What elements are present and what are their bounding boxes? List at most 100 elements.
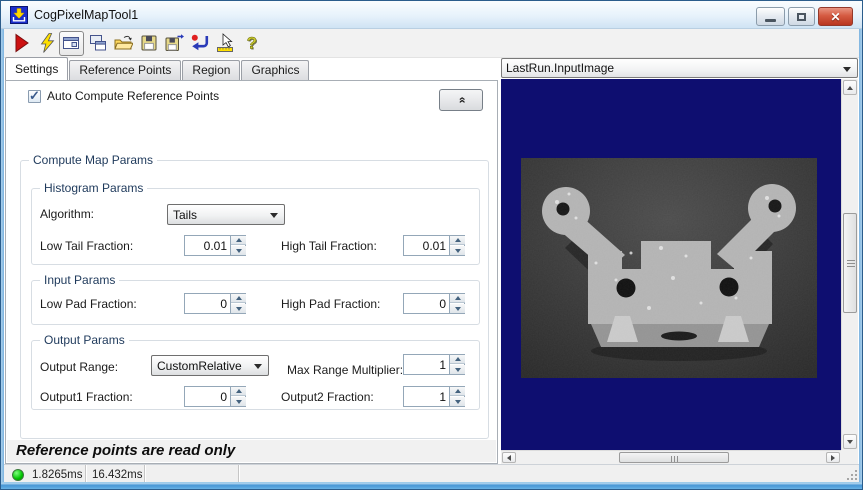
title-bar[interactable]: CogPixelMapTool1 ✕ xyxy=(1,1,862,29)
scroll-left-button[interactable] xyxy=(502,452,516,463)
scroll-right-button[interactable] xyxy=(826,452,840,463)
chevron-down-icon xyxy=(454,367,461,372)
horizontal-scroll-thumb[interactable] xyxy=(619,452,729,463)
spin-up-button[interactable] xyxy=(231,387,246,396)
spin-up-button[interactable] xyxy=(450,236,465,245)
output2-fraction-spinner[interactable] xyxy=(403,386,465,407)
horizontal-scrollbar[interactable] xyxy=(501,450,841,464)
high-pad-fraction-label: High Pad Fraction: xyxy=(281,297,381,311)
algorithm-label: Algorithm: xyxy=(40,207,95,221)
local-display-button[interactable] xyxy=(59,31,84,56)
open-file-icon[interactable] xyxy=(113,33,133,53)
output-range-label: Output Range: xyxy=(40,360,119,374)
output2-fraction-input[interactable] xyxy=(404,387,448,406)
spin-up-button[interactable] xyxy=(231,236,246,245)
settings-tab-page: ✓ Auto Compute Reference Points » Comput… xyxy=(5,80,498,464)
spin-down-button[interactable] xyxy=(450,397,465,406)
spinner-buttons xyxy=(449,236,465,255)
vertical-scroll-thumb[interactable] xyxy=(843,213,857,313)
spin-down-button[interactable] xyxy=(231,304,246,313)
chevron-up-icon xyxy=(235,389,242,393)
max-range-multiplier-input[interactable] xyxy=(404,355,448,374)
maximize-button[interactable] xyxy=(788,7,815,26)
high-pad-fraction-input[interactable] xyxy=(404,294,448,313)
input-params-group: Input Params Low Pad Fraction: High Pad … xyxy=(31,273,480,325)
scroll-up-button[interactable] xyxy=(843,80,857,95)
tab-settings[interactable]: Settings xyxy=(5,57,69,80)
chevron-up-icon xyxy=(235,296,242,300)
max-range-multiplier-label: Max Range Multiplier: xyxy=(287,363,404,377)
save-icon[interactable] xyxy=(139,33,159,53)
minimize-button[interactable] xyxy=(756,7,785,26)
save-as-icon[interactable] xyxy=(164,33,184,53)
close-icon: ✕ xyxy=(830,9,841,24)
output-range-select[interactable]: CustomRelative xyxy=(151,355,269,376)
group-caption: Histogram Params xyxy=(40,181,148,195)
resize-grip-icon[interactable] xyxy=(846,469,859,482)
high-pad-fraction-spinner[interactable] xyxy=(403,293,465,314)
spinner-buttons xyxy=(230,387,246,406)
algorithm-select[interactable]: Tails xyxy=(167,204,285,225)
tab-label: Reference Points xyxy=(79,63,172,77)
output-params-group: Output Params Output Range: CustomRelati… xyxy=(31,333,480,410)
help-icon[interactable]: ? ? xyxy=(241,33,261,53)
low-pad-fraction-label: Low Pad Fraction: xyxy=(40,297,137,311)
spin-down-button[interactable] xyxy=(450,304,465,313)
floating-display-icon[interactable] xyxy=(88,33,108,53)
high-tail-fraction-spinner[interactable] xyxy=(403,235,465,256)
spinner-buttons xyxy=(449,294,465,313)
window-border-bottom xyxy=(1,482,862,489)
low-tail-fraction-spinner[interactable] xyxy=(184,235,246,256)
chevron-down-icon xyxy=(235,248,242,253)
svg-text:?: ? xyxy=(247,34,257,53)
toolbar: ? ? xyxy=(4,29,861,58)
scrollbar-corner xyxy=(841,450,858,464)
vertical-scrollbar[interactable] xyxy=(841,79,858,450)
output1-fraction-input[interactable] xyxy=(185,387,229,406)
tab-region[interactable]: Region xyxy=(182,60,241,80)
close-button[interactable]: ✕ xyxy=(818,7,853,26)
chevron-up-icon xyxy=(454,389,461,393)
collapse-panel-button[interactable]: » xyxy=(439,89,483,111)
display-image-select[interactable]: LastRun.InputImage xyxy=(501,58,858,78)
spin-down-button[interactable] xyxy=(450,246,465,255)
record-display-icon[interactable] xyxy=(215,33,235,53)
max-range-multiplier-spinner[interactable] xyxy=(403,354,465,375)
low-tail-fraction-input[interactable] xyxy=(185,236,229,255)
output1-fraction-spinner[interactable] xyxy=(184,386,246,407)
status-green-indicator xyxy=(12,468,24,481)
spin-down-button[interactable] xyxy=(231,246,246,255)
electric-run-icon[interactable] xyxy=(38,33,58,53)
chevron-down-icon xyxy=(454,399,461,404)
run-icon[interactable] xyxy=(12,33,32,53)
spin-down-button[interactable] xyxy=(450,365,465,374)
chevron-up-icon xyxy=(454,238,461,242)
high-tail-fraction-input[interactable] xyxy=(404,236,448,255)
low-pad-fraction-input[interactable] xyxy=(185,294,229,313)
spin-up-button[interactable] xyxy=(450,355,465,364)
input-image-part-photo xyxy=(521,158,817,378)
spinner-buttons xyxy=(230,294,246,313)
thumb-grip xyxy=(671,456,672,462)
window-border-right xyxy=(859,29,862,482)
auto-compute-label: Auto Compute Reference Points xyxy=(47,89,220,103)
spin-down-button[interactable] xyxy=(231,397,246,406)
reset-icon[interactable] xyxy=(190,33,210,53)
tab-reference-points[interactable]: Reference Points xyxy=(69,60,182,80)
tab-strip: Settings Reference Points Region Graphic… xyxy=(5,57,310,80)
spin-up-button[interactable] xyxy=(231,294,246,303)
tab-graphics[interactable]: Graphics xyxy=(241,60,310,80)
image-canvas[interactable] xyxy=(501,79,841,450)
image-viewport xyxy=(501,79,858,464)
thumb-grip xyxy=(847,260,855,261)
low-pad-fraction-spinner[interactable] xyxy=(184,293,246,314)
histogram-params-group: Histogram Params Algorithm: Tails Low Ta… xyxy=(31,181,480,265)
spin-up-button[interactable] xyxy=(450,294,465,303)
auto-compute-checkbox[interactable]: ✓ xyxy=(28,88,41,103)
tab-label: Region xyxy=(192,63,231,77)
scroll-down-button[interactable] xyxy=(843,434,857,449)
chevron-down-icon xyxy=(454,248,461,253)
output2-fraction-label: Output2 Fraction: xyxy=(281,390,374,404)
spin-up-button[interactable] xyxy=(450,387,465,396)
run-time-value: 1.8265ms xyxy=(32,468,83,481)
